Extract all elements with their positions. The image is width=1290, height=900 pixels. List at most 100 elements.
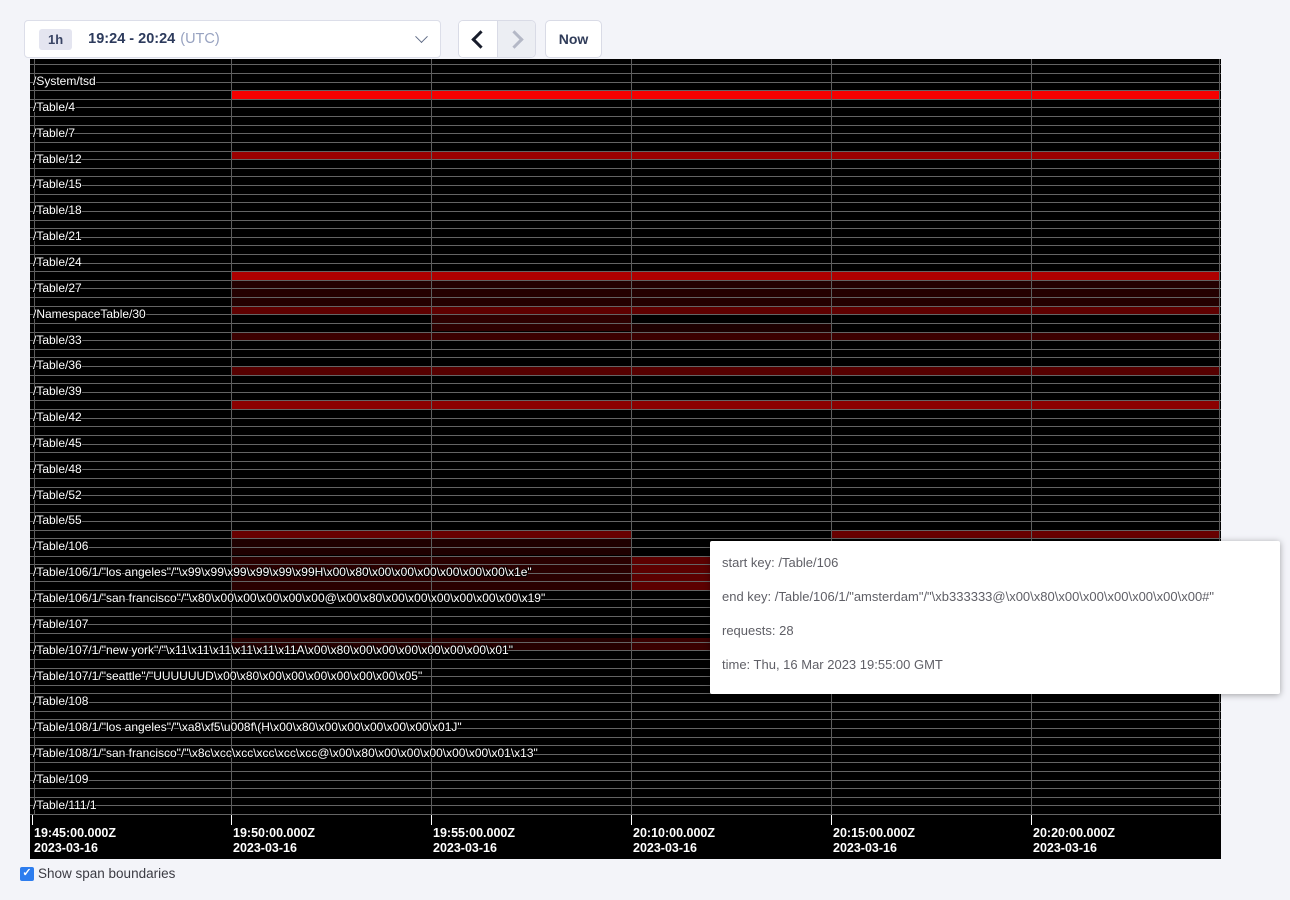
- span-label: /Table/33: [33, 334, 82, 346]
- time-grid-line: [631, 59, 632, 815]
- span-label: /Table/52: [33, 489, 82, 501]
- span-boundary-line: [30, 366, 1221, 367]
- chevron-right-icon: [505, 30, 523, 48]
- span-label: /Table/106: [33, 540, 88, 552]
- span-boundary-line: [30, 228, 1221, 229]
- options-footer: ✓ Show span boundaries: [20, 866, 175, 881]
- hover-tooltip: start key: /Table/106 end key: /Table/106…: [710, 541, 1280, 694]
- span-boundary-line: [30, 176, 1221, 177]
- span-label: /Table/42: [33, 411, 82, 423]
- heat-band: [231, 332, 1219, 341]
- span-boundary-line: [30, 340, 1221, 341]
- span-label: /Table/107: [33, 618, 88, 630]
- time-range-selector[interactable]: 1h 19:24 - 20:24 (UTC): [24, 20, 441, 58]
- time-preset-badge: 1h: [39, 29, 72, 50]
- span-boundary-line: [30, 452, 1221, 453]
- span-boundary-line: [30, 159, 1221, 160]
- heat-band: [831, 530, 1219, 539]
- span-boundary-line: [30, 314, 1221, 315]
- span-boundary-line: [30, 444, 1221, 445]
- tooltip-line: time: Thu, 16 Mar 2023 19:55:00 GMT: [722, 655, 1268, 675]
- span-label: /Table/27: [33, 282, 82, 294]
- span-label: /Table/12: [33, 153, 82, 165]
- span-boundary-line: [30, 702, 1221, 703]
- tooltip-line: start key: /Table/106: [722, 553, 1268, 573]
- chevron-left-icon: [471, 30, 489, 48]
- time-tick: [831, 815, 832, 825]
- span-boundary-line: [30, 392, 1221, 393]
- span-boundary-line: [30, 797, 1221, 798]
- time-tick-label: 19:50:00.000Z2023-03-16: [233, 826, 315, 856]
- span-label: /Table/39: [33, 385, 82, 397]
- span-boundary-line: [30, 263, 1221, 264]
- span-boundary-line: [30, 383, 1221, 384]
- span-boundary-line: [30, 400, 1221, 401]
- span-boundary-line: [30, 780, 1221, 781]
- span-label: /Table/108: [33, 695, 88, 707]
- next-time-button[interactable]: [497, 21, 535, 57]
- span-label: /Table/24: [33, 256, 82, 268]
- span-boundary-line: [30, 185, 1221, 186]
- span-boundary-line: [30, 133, 1221, 134]
- time-grid-line: [231, 59, 232, 815]
- time-tick: [631, 815, 632, 825]
- span-boundary-line: [30, 521, 1221, 522]
- span-boundary-line: [30, 332, 1221, 333]
- span-boundary-line: [30, 409, 1221, 410]
- show-span-boundaries-checkbox[interactable]: ✓: [20, 867, 34, 881]
- span-boundary-line: [30, 495, 1221, 496]
- now-button[interactable]: Now: [545, 20, 602, 58]
- span-boundary-line: [30, 426, 1221, 427]
- heat-band: [231, 306, 1219, 315]
- span-boundary-line: [30, 737, 1221, 738]
- time-grid-line: [1031, 59, 1032, 815]
- span-boundary-line: [30, 168, 1221, 169]
- span-label: /Table/108/1/"los angeles"/"\xa8\xf5\u00…: [33, 721, 462, 733]
- span-boundary-line: [30, 90, 1221, 91]
- span-boundary-line: [30, 288, 1221, 289]
- span-boundary-line: [30, 202, 1221, 203]
- timezone-label: (UTC): [180, 31, 219, 47]
- key-visualizer-canvas[interactable]: /System/tsd/Table/4/Table/7/Table/12/Tab…: [30, 59, 1221, 859]
- span-boundary-line: [30, 64, 1221, 65]
- span-label: /Table/109: [33, 773, 88, 785]
- span-boundary-line: [30, 116, 1221, 117]
- span-boundary-line: [30, 254, 1221, 255]
- time-tick: [431, 815, 432, 825]
- span-boundary-line: [30, 530, 1221, 531]
- span-boundary-line: [30, 107, 1221, 108]
- time-tick-label: 19:55:00.000Z2023-03-16: [433, 826, 515, 856]
- heat-band: [231, 400, 1219, 409]
- span-label: /Table/107/1/"seattle"/"UUUUUUD\x00\x80\…: [33, 670, 422, 682]
- time-tick-label: 20:20:00.000Z2023-03-16: [1033, 826, 1115, 856]
- chevron-down-icon: [415, 30, 428, 43]
- span-boundary-line: [30, 435, 1221, 436]
- span-boundary-line: [30, 418, 1221, 419]
- tooltip-line: end key: /Table/106/1/"amsterdam"/"\xb33…: [722, 587, 1268, 607]
- span-boundary-line: [30, 220, 1221, 221]
- span-boundary-line: [30, 762, 1221, 763]
- checkmark-icon: ✓: [22, 868, 31, 879]
- time-tick-label: 20:15:00.000Z2023-03-16: [833, 826, 915, 856]
- time-tick-label: 20:10:00.000Z2023-03-16: [633, 826, 715, 856]
- span-label: /Table/107/1/"new york"/"\x11\x11\x11\x1…: [33, 644, 513, 656]
- span-label: /Table/21: [33, 230, 82, 242]
- span-label: /Table/45: [33, 437, 82, 449]
- span-boundary-line: [30, 82, 1221, 83]
- prev-time-button[interactable]: [459, 21, 497, 57]
- span-boundary-line: [30, 271, 1221, 272]
- heat-band: [231, 151, 1219, 160]
- span-boundary-line: [30, 805, 1221, 806]
- span-boundary-line: [30, 245, 1221, 246]
- span-boundary-line: [30, 99, 1221, 100]
- span-boundary-line: [30, 512, 1221, 513]
- span-boundary-line: [30, 375, 1221, 376]
- time-range-label: 19:24 - 20:24: [88, 31, 175, 47]
- span-boundary-line: [30, 237, 1221, 238]
- heat-band: [631, 323, 831, 332]
- span-boundary-line: [30, 814, 1221, 815]
- time-grid-line: [831, 59, 832, 815]
- time-grid-line: [431, 59, 432, 815]
- span-label: /Table/36: [33, 359, 82, 371]
- span-boundary-line: [30, 297, 1221, 298]
